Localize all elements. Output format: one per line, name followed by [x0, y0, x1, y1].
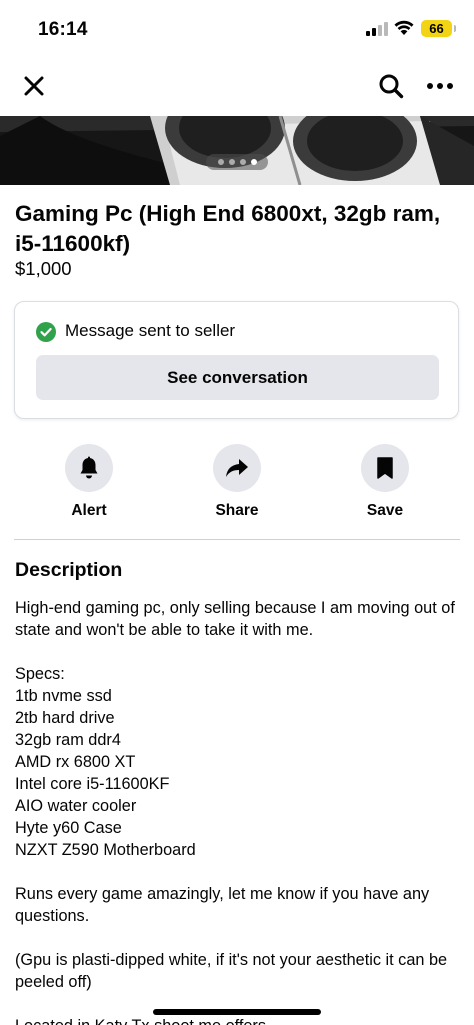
- alert-circle[interactable]: [65, 444, 113, 492]
- bell-icon: [80, 456, 98, 479]
- close-button[interactable]: [16, 68, 52, 104]
- cellular-signal-icon: [366, 22, 388, 36]
- spec-item: 32gb ram ddr4: [15, 731, 121, 749]
- description-intro: High-end gaming pc, only selling because…: [15, 599, 455, 639]
- close-icon: [24, 76, 44, 96]
- description-body: High-end gaming pc, only selling because…: [15, 597, 463, 1025]
- search-button[interactable]: [373, 68, 409, 104]
- share-circle[interactable]: [213, 444, 261, 492]
- spec-item: 2tb hard drive: [15, 709, 115, 727]
- photo-page-indicator: [206, 154, 268, 170]
- search-icon: [379, 74, 404, 99]
- page-dot: [228, 159, 235, 165]
- share-label: Share: [215, 502, 259, 519]
- page-dot: [239, 159, 246, 165]
- see-conversation-button[interactable]: See conversation: [36, 355, 439, 400]
- spec-item: Hyte y60 Case: [15, 819, 122, 837]
- spec-item: Intel core i5-11600KF: [15, 775, 170, 793]
- description-paragraph: (Gpu is plasti-dipped white, if it's not…: [15, 951, 448, 991]
- more-icon: [427, 83, 453, 89]
- save-label: Save: [366, 502, 404, 519]
- description-heading: Description: [15, 559, 123, 581]
- top-nav-bar: [0, 54, 474, 116]
- listing-title: Gaming Pc (High End 6800xt, 32gb ram, i5…: [15, 201, 441, 256]
- alert-label: Alert: [71, 502, 107, 519]
- specs-heading: Specs:: [15, 665, 65, 683]
- bookmark-icon: [377, 457, 393, 479]
- alert-button[interactable]: Alert: [39, 444, 139, 524]
- status-time: 16:14: [38, 19, 88, 40]
- spec-item: AMD rx 6800 XT: [15, 753, 136, 771]
- more-options-button[interactable]: [422, 68, 458, 104]
- share-button[interactable]: Share: [187, 444, 287, 524]
- description-paragraph: Located in Katy Tx shoot me offers: [15, 1015, 463, 1025]
- status-bar: 16:14 66: [0, 0, 474, 54]
- battery-icon: 66: [421, 20, 456, 37]
- spec-item: 1tb nvme ssd: [15, 687, 112, 705]
- message-status-text: Message sent to seller: [65, 321, 236, 340]
- wifi-icon: [393, 18, 415, 36]
- listing-price: $1,000: [15, 258, 72, 279]
- listing-photo[interactable]: [0, 116, 474, 185]
- message-sent-card: Message sent to seller See conversation: [14, 301, 459, 419]
- description-paragraph: Runs every game amazingly, let me know i…: [15, 885, 430, 925]
- spec-item: AIO water cooler: [15, 797, 137, 815]
- section-divider: [14, 539, 460, 540]
- save-button[interactable]: Save: [335, 444, 435, 524]
- page-dot-active: [250, 159, 257, 165]
- spec-item: NZXT Z590 Motherboard: [15, 841, 196, 859]
- share-arrow-icon: [226, 459, 248, 477]
- check-circle-icon: [36, 322, 56, 342]
- home-indicator[interactable]: [153, 1009, 321, 1015]
- page-dot: [217, 159, 224, 165]
- save-circle[interactable]: [361, 444, 409, 492]
